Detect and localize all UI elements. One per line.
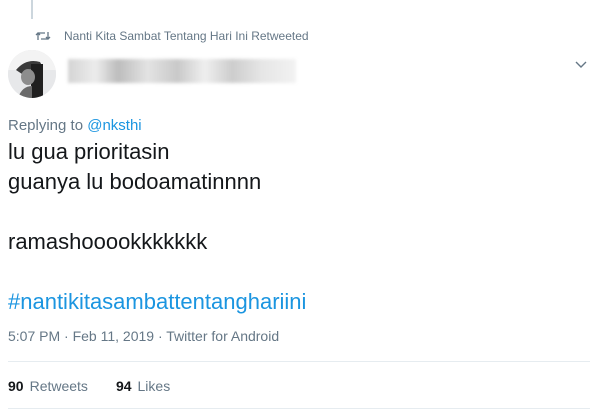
tweet-date[interactable]: Feb 11, 2019 bbox=[73, 328, 154, 344]
chevron-down-icon[interactable] bbox=[574, 60, 588, 70]
line-break bbox=[8, 197, 568, 227]
retweet-icon bbox=[35, 32, 51, 40]
tweet-header bbox=[8, 50, 590, 102]
replying-to: Replying to @nksthi bbox=[8, 117, 142, 134]
meta-separator: · bbox=[157, 328, 163, 344]
tweet-line-3: ramashooookkkkkkk bbox=[8, 229, 208, 254]
tweet-text: lu gua prioritasin guanya lu bodoamatinn… bbox=[8, 137, 568, 317]
retweets-count: 90 bbox=[8, 378, 24, 394]
retweets-stat[interactable]: 90 Retweets bbox=[8, 378, 88, 394]
tweet-stats: 90 Retweets 94 Likes bbox=[8, 378, 198, 394]
divider bbox=[8, 408, 590, 409]
retweet-context[interactable]: Nanti Kita Sambat Tentang Hari Ini Retwe… bbox=[35, 29, 309, 43]
likes-count: 94 bbox=[115, 378, 132, 394]
likes-label: Likes bbox=[137, 378, 171, 394]
meta-separator: · bbox=[64, 328, 69, 344]
tweet-time[interactable]: 5:07 PM bbox=[8, 328, 60, 344]
line-break bbox=[8, 257, 568, 287]
thread-line bbox=[31, 0, 33, 19]
hashtag-link[interactable]: #nantikitasambattentanghariini bbox=[8, 287, 568, 317]
likes-stat[interactable]: 94 Likes bbox=[116, 378, 170, 394]
retweet-context-text: Nanti Kita Sambat Tentang Hari Ini Retwe… bbox=[64, 29, 309, 43]
divider bbox=[8, 361, 590, 362]
retweets-label: Retweets bbox=[29, 378, 88, 394]
tweet-source[interactable]: Twitter for Android bbox=[166, 328, 279, 344]
avatar[interactable] bbox=[8, 50, 56, 98]
tweet-line-1: lu gua prioritasin bbox=[8, 139, 170, 164]
avatar-photo bbox=[8, 50, 56, 98]
replying-to-prefix: Replying to bbox=[8, 117, 84, 134]
tweet-meta: 5:07 PM · Feb 11, 2019 · Twitter for And… bbox=[8, 328, 279, 344]
blurred-username[interactable] bbox=[68, 59, 296, 83]
tweet-line-2: guanya lu bodoamatinnnn bbox=[8, 169, 262, 194]
reply-mention-link[interactable]: @nksthi bbox=[87, 117, 141, 134]
